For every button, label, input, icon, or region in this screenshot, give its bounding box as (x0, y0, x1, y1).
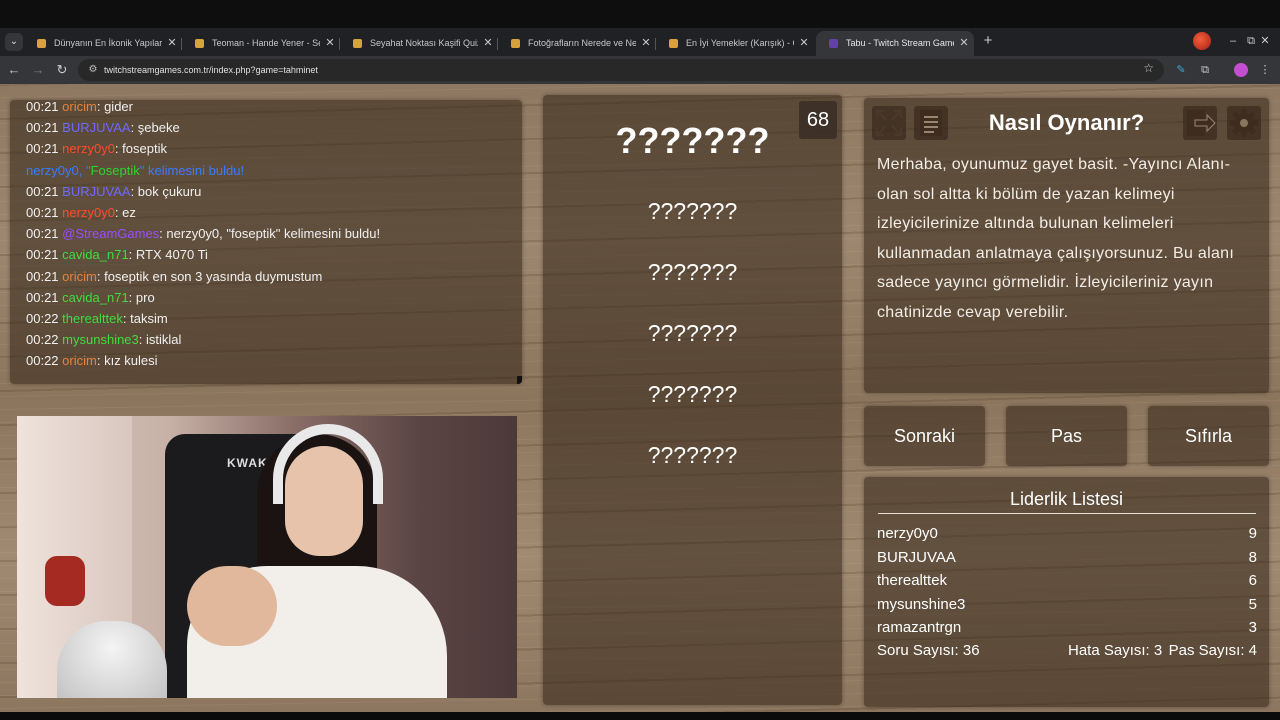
leaderboard-row: nerzy0y0 9 (877, 525, 1257, 542)
words-panel: 68 ??????? ??????? ??????? ??????? ?????… (543, 95, 842, 705)
tab-iconic-buildings[interactable]: Dünyanın En İkonik Yapıları [Tar ✕ (24, 31, 182, 56)
tab-photos-where[interactable]: Fotoğrafların Nerede ve Ne Zam ✕ (498, 31, 656, 56)
url-text[interactable]: twitchstreamgames.com.tr/index.php?game=… (104, 59, 318, 81)
profile-avatar-icon[interactable] (1232, 61, 1250, 79)
taboo-word: ??????? (647, 442, 738, 468)
question-count: Soru Sayısı: 36 (877, 642, 980, 659)
twitch-favicon-icon (829, 39, 838, 48)
chat-message: 00:21 BURJUVAA: şebeke (26, 120, 180, 136)
restore-button[interactable]: ⧉ (1244, 32, 1258, 50)
how-to-play-panel: Nasıl Oynanır? Merhaba, oyunumuz gayet b… (864, 98, 1269, 393)
leaderboard-panel: Liderlik Listesi nerzy0y0 9 BURJUVAA 8 the… (864, 477, 1269, 707)
bookmark-star-icon[interactable]: ☆ (1143, 61, 1154, 75)
reload-icon[interactable]: ↻ (53, 61, 71, 79)
chat-message: 00:21 cavida_n71: RTX 4070 Ti (26, 247, 208, 263)
back-arrow-icon[interactable]: ← (5, 61, 23, 79)
chat-message: 00:22 therealttek: taksim (26, 311, 168, 327)
quiz-favicon-icon (37, 39, 46, 48)
quiz-favicon-icon (669, 39, 678, 48)
chat-system-message: nerzy0y0, "Foseptik" kelimesini buldu! (26, 162, 245, 178)
close-tab-icon[interactable]: ✕ (166, 31, 178, 56)
extension-icon[interactable]: ✎ (1172, 61, 1190, 79)
quiz-favicon-icon (195, 39, 204, 48)
next-button[interactable]: Sonraki (864, 406, 985, 466)
chat-message: 00:22 oricim: kız kulesi (26, 353, 158, 369)
tab-teoman[interactable]: Teoman - Hande Yener - Sezen ✕ (182, 31, 340, 56)
chat-list: 00:21 oricim: gider 00:21 BURJUVAA: şebe… (26, 100, 516, 372)
close-tab-icon[interactable]: ✕ (798, 31, 810, 56)
tab-tabu[interactable]: Tabu - Twitch Stream Games ✕ (816, 31, 974, 56)
chat-message: 00:21 nerzy0y0: ez (26, 205, 136, 221)
tab-search-icon[interactable]: ⌄ (5, 33, 23, 51)
how-to-play-description: Merhaba, oyunumuz gayet basit. -Yayıncı … (877, 156, 1235, 321)
leaderboard-row: ramazantrgn 3 (877, 619, 1257, 636)
site-info-icon[interactable]: ⚙ (86, 63, 100, 77)
quiz-favicon-icon (511, 39, 520, 48)
tab-strip: ⌄ Dünyanın En İkonik Yapıları [Tar ✕ Teo… (0, 28, 1280, 56)
close-tab-icon[interactable]: ✕ (324, 31, 336, 56)
main-word: ??????? (615, 120, 770, 161)
close-tab-icon[interactable]: ✕ (640, 31, 652, 56)
tab-travel-quiz[interactable]: Seyahat Noktası Kaşifi Quiz | Ne ✕ (340, 31, 498, 56)
leaderboard-row: therealttek 6 (877, 572, 1257, 589)
chat-panel: 00:21 oricim: gider 00:21 BURJUVAA: şebe… (10, 100, 522, 384)
taboo-word: ??????? (647, 259, 738, 285)
navigation-bar: ← → ↻ ⚙ twitchstreamgames.com.tr/index.p… (0, 56, 1280, 84)
chat-message: 00:21 nerzy0y0: foseptik (26, 141, 167, 157)
leaderboard-row: BURJUVAA 8 (877, 548, 1257, 566)
taboo-word: ??????? (647, 198, 738, 224)
close-tab-icon[interactable]: ✕ (958, 31, 970, 56)
menu-kebab-icon[interactable]: ⋮ (1256, 61, 1274, 79)
leaderboard-title: Liderlik Listesi (1009, 489, 1124, 509)
close-tab-icon[interactable]: ✕ (482, 31, 494, 56)
reset-button[interactable]: Sıfırla (1148, 406, 1269, 466)
extensions-puzzle-icon[interactable]: ⧉ (1196, 61, 1214, 79)
pass-count: Pas Sayısı: 4 (1168, 642, 1257, 659)
chat-scrollbar[interactable] (517, 376, 522, 384)
tab-best-foods[interactable]: En İyi Yemekler (Karışık) - Quize ✕ (656, 31, 814, 56)
plant-decoration (45, 556, 85, 606)
new-tab-button[interactable]: + (981, 32, 995, 50)
chat-message: 00:21 cavida_n71: pro (26, 289, 155, 305)
top-bar (0, 0, 1280, 28)
forward-arrow-icon[interactable]: → (29, 61, 47, 79)
bottom-bar (0, 712, 1280, 720)
leaderboard-row: mysunshine3 5 (877, 595, 1257, 613)
settings-gear-icon[interactable] (1227, 106, 1261, 140)
error-count: Hata Sayısı: 3 (1068, 642, 1163, 659)
game-stats: Soru Sayısı: 36 Hata Sayısı: 3 Pas Sayıs… (877, 640, 1257, 662)
chat-message: 00:21 @StreamGames: nerzy0y0, "foseptik"… (26, 226, 381, 242)
profile-logo-icon[interactable] (1193, 32, 1211, 50)
logout-icon[interactable] (1183, 106, 1217, 140)
quiz-favicon-icon (353, 39, 362, 48)
chat-message: 00:21 oricim: foseptik en son 3 yasında … (26, 268, 323, 284)
streamer-webcam: KWAK (17, 416, 517, 698)
chat-message: 00:21 BURJUVAA: bok çukuru (26, 183, 202, 199)
taboo-word: ??????? (647, 320, 738, 346)
address-bar[interactable]: ⚙ twitchstreamgames.com.tr/index.php?gam… (78, 59, 1164, 81)
close-window-button[interactable]: ✕ (1258, 32, 1272, 50)
chat-message: 00:21 oricim: gider (26, 100, 133, 114)
game-page: 00:21 oricim: gider 00:21 BURJUVAA: şebe… (0, 84, 1280, 712)
divider (878, 513, 1256, 514)
pass-button[interactable]: Pas (1006, 406, 1127, 466)
taboo-word: ??????? (647, 381, 738, 407)
chat-message: 00:22 mysunshine3: istiklal (26, 332, 182, 348)
minimize-button[interactable]: – (1226, 32, 1240, 50)
